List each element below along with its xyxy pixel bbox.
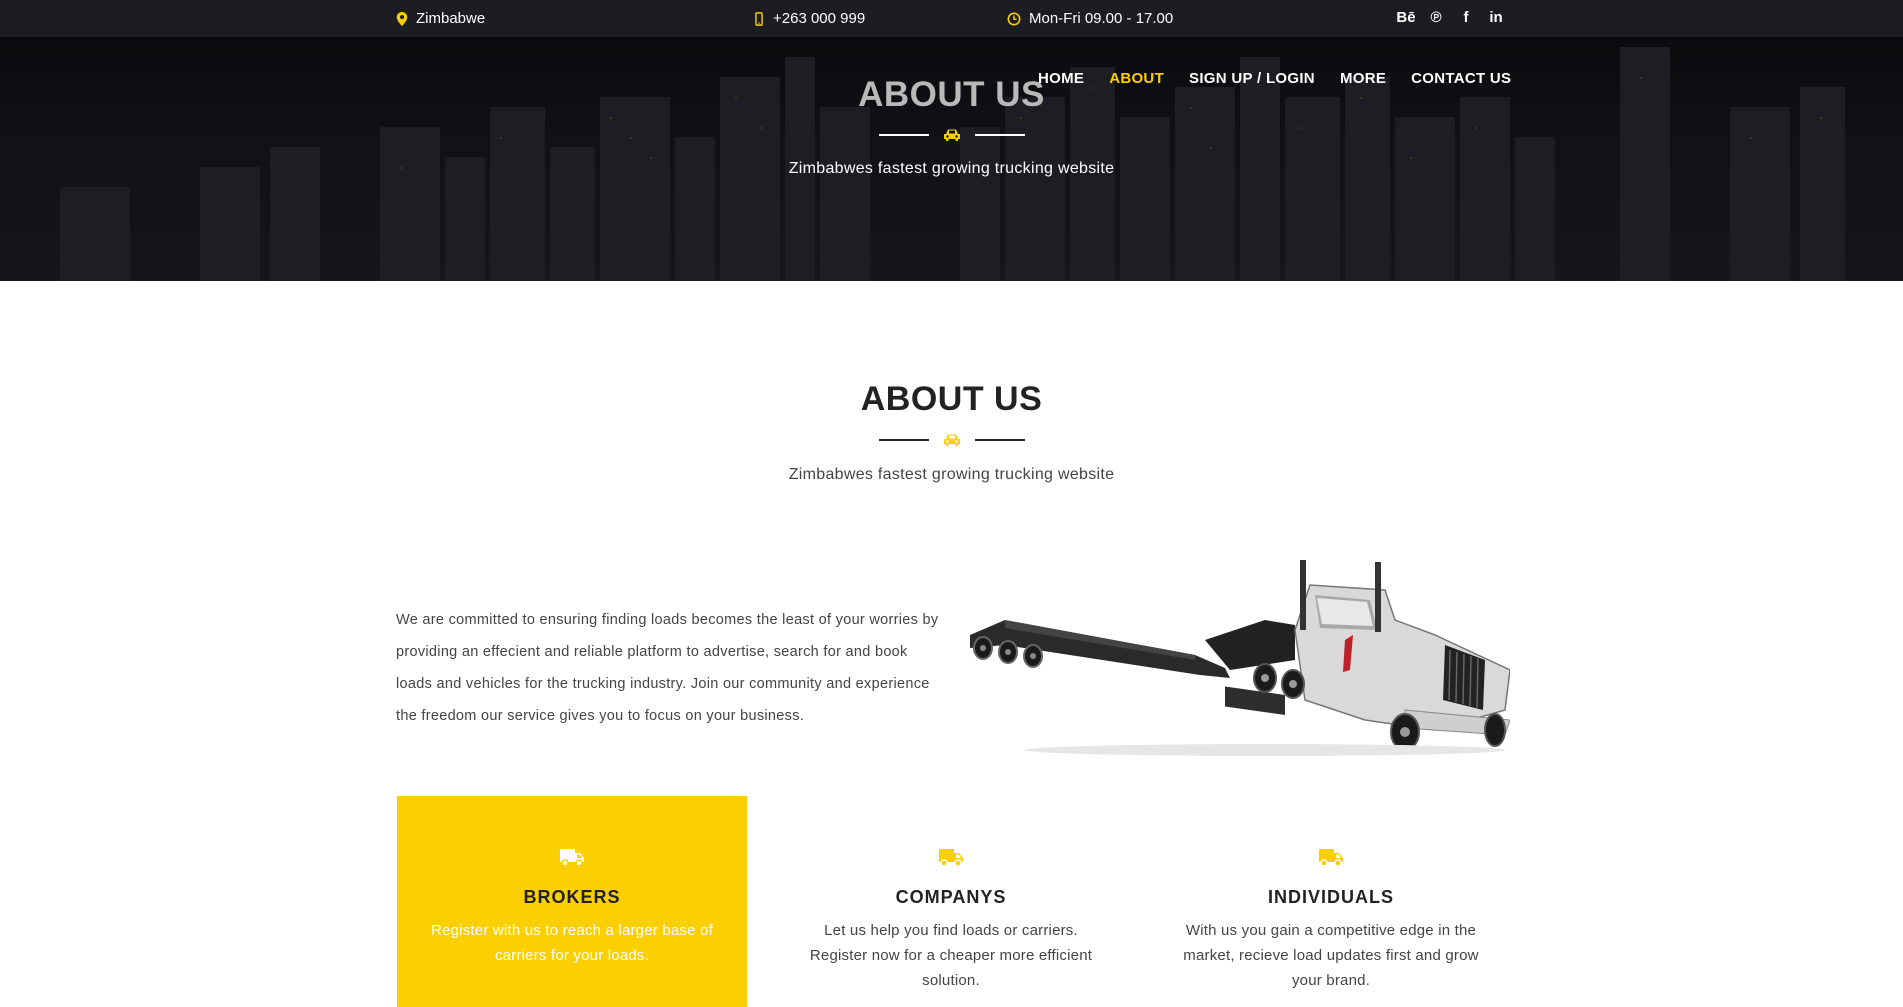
pinterest-icon[interactable]: ℗ (1428, 9, 1444, 26)
about-section-subtitle: Zimbabwes fastest growing trucking websi… (788, 466, 1115, 483)
card-text: Let us help you find loads or carriers. … (809, 922, 1093, 989)
individuals-card[interactable]: INDIVIDUALS With us you gain a competiti… (1156, 796, 1506, 1007)
behance-icon[interactable]: Bē (1396, 9, 1415, 26)
nav-contact-us[interactable]: CONTACT US (1411, 70, 1511, 87)
phone-info: +263 000 999 (753, 10, 865, 27)
nav-signup-login[interactable]: SIGN UP / LOGIN (1189, 70, 1315, 87)
card-title: INDIVIDUALS (1267, 887, 1394, 907)
hero-subtitle: Zimbabwes fastest growing trucking websi… (788, 160, 1115, 177)
location-info: Zimbabwe (396, 10, 485, 27)
nav-home[interactable]: HOME (1038, 70, 1084, 87)
hero-banner: ABOUT US Zimbabwes fastest growing truck… (0, 37, 1903, 281)
about-body-text: We are committed to ensuring finding loa… (396, 612, 939, 724)
main-navigation: HOME ABOUT SIGN UP / LOGIN MORE CONTACT … (1038, 70, 1511, 87)
about-section-title: ABOUT US (860, 380, 1043, 418)
lowboy-truck-image (970, 560, 1510, 756)
card-text: With us you gain a competitive edge in t… (1183, 922, 1479, 989)
nav-more[interactable]: MORE (1340, 70, 1386, 87)
linkedin-icon[interactable]: in (1488, 9, 1504, 26)
card-title: BROKERS (523, 887, 621, 907)
car-icon (943, 434, 960, 446)
hours-text: Mon-Fri 09.00 - 17.00 (1029, 10, 1174, 27)
hours-info: Mon-Fri 09.00 - 17.00 (1007, 10, 1173, 27)
facebook-icon[interactable]: f (1458, 9, 1474, 26)
phone-text: +263 000 999 (773, 10, 866, 27)
nav-about[interactable]: ABOUT (1109, 70, 1164, 87)
truck-icon (560, 849, 584, 867)
companys-card[interactable]: COMPANYS Let us help you find loads or c… (776, 796, 1126, 1007)
card-title: COMPANYS (895, 887, 1007, 907)
hero-title: ABOUT US (858, 75, 1045, 114)
brokers-card[interactable]: BROKERS Register with us to reach a larg… (397, 796, 747, 1007)
truck-icon (939, 849, 963, 867)
car-icon (943, 129, 960, 141)
card-text: Register with us to reach a larger base … (431, 922, 713, 964)
mobile-phone-icon (755, 11, 763, 26)
about-divider (0, 433, 1903, 447)
truck-icon (1319, 849, 1343, 867)
hero-divider (0, 128, 1903, 142)
map-marker-icon (396, 11, 408, 26)
city-skyline-background (60, 47, 1845, 281)
clock-icon (1007, 12, 1021, 25)
location-text: Zimbabwe (416, 10, 486, 27)
top-bar: Zimbabwe +263 000 999 Mon-Fri 09.00 - 17… (0, 0, 1903, 37)
social-links: Bē ℗ f in (1396, 9, 1504, 26)
